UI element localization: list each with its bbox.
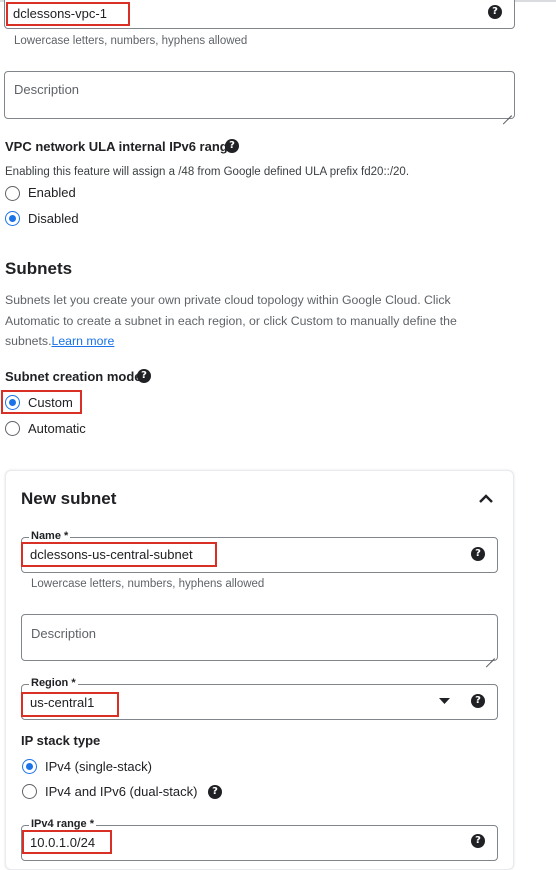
ula-disabled-label[interactable]: Disabled: [28, 211, 79, 226]
subnet-mode-title: Subnet creation mode: [5, 369, 142, 384]
subnet-name-highlight: [21, 542, 217, 567]
ula-disabled-radio[interactable]: [5, 211, 20, 226]
subnets-description-line: subnets.: [5, 334, 52, 348]
ip-stack-ipv4-radio[interactable]: [22, 759, 37, 774]
help-icon[interactable]: ?: [208, 785, 222, 799]
ipv4-range-highlight: [22, 830, 112, 854]
ipv4-range-label: IPv4 range *: [29, 818, 96, 830]
network-description-field[interactable]: [4, 71, 515, 119]
subnet-mode-custom-highlight: [1, 390, 82, 414]
ula-enabled-radio[interactable]: [5, 186, 20, 201]
dropdown-arrow-icon[interactable]: [439, 698, 450, 705]
ip-stack-title: IP stack type: [21, 733, 101, 748]
ula-description: Enabling this feature will assign a /48 …: [5, 166, 410, 178]
learn-more-link[interactable]: Learn more: [52, 334, 115, 348]
new-subnet-card: [5, 470, 514, 870]
subnet-description-placeholder: Description: [31, 626, 97, 641]
resize-handle-icon[interactable]: [486, 650, 495, 659]
subnets-heading: Subnets: [5, 259, 73, 278]
chevron-up-icon[interactable]: [478, 492, 494, 504]
ip-stack-ipv4-label[interactable]: IPv4 (single-stack): [45, 759, 152, 774]
ula-title: VPC network ULA internal IPv6 range: [5, 139, 235, 154]
help-icon[interactable]: ?: [488, 5, 502, 19]
subnet-mode-automatic-label[interactable]: Automatic: [28, 421, 86, 436]
help-icon[interactable]: ?: [137, 369, 151, 383]
ip-stack-dual-label[interactable]: IPv4 and IPv6 (dual-stack): [45, 784, 197, 799]
subnet-name-label: Name *: [29, 530, 71, 542]
network-name-hint: Lowercase letters, numbers, hyphens allo…: [14, 35, 248, 47]
region-label: Region *: [29, 677, 78, 689]
help-icon[interactable]: ?: [471, 834, 485, 848]
help-icon[interactable]: ?: [225, 139, 239, 153]
subnet-mode-automatic-radio[interactable]: [5, 421, 20, 436]
subnet-name-hint: Lowercase letters, numbers, hyphens allo…: [31, 578, 265, 590]
help-icon[interactable]: ?: [471, 547, 485, 561]
help-icon[interactable]: ?: [471, 694, 485, 708]
network-name-highlight: [6, 2, 130, 26]
new-subnet-title: New subnet: [21, 489, 117, 508]
subnets-description-line: Subnets let you create your own private …: [5, 293, 451, 307]
subnets-description: Subnets let you create your own private …: [5, 290, 525, 352]
network-description-placeholder: Description: [14, 82, 80, 97]
subnets-description-line: Automatic to create a subnet in each reg…: [5, 313, 457, 328]
ula-enabled-label[interactable]: Enabled: [28, 185, 76, 200]
ip-stack-dual-radio[interactable]: [22, 784, 37, 799]
region-highlight: [21, 692, 119, 717]
resize-handle-icon[interactable]: [503, 107, 512, 116]
